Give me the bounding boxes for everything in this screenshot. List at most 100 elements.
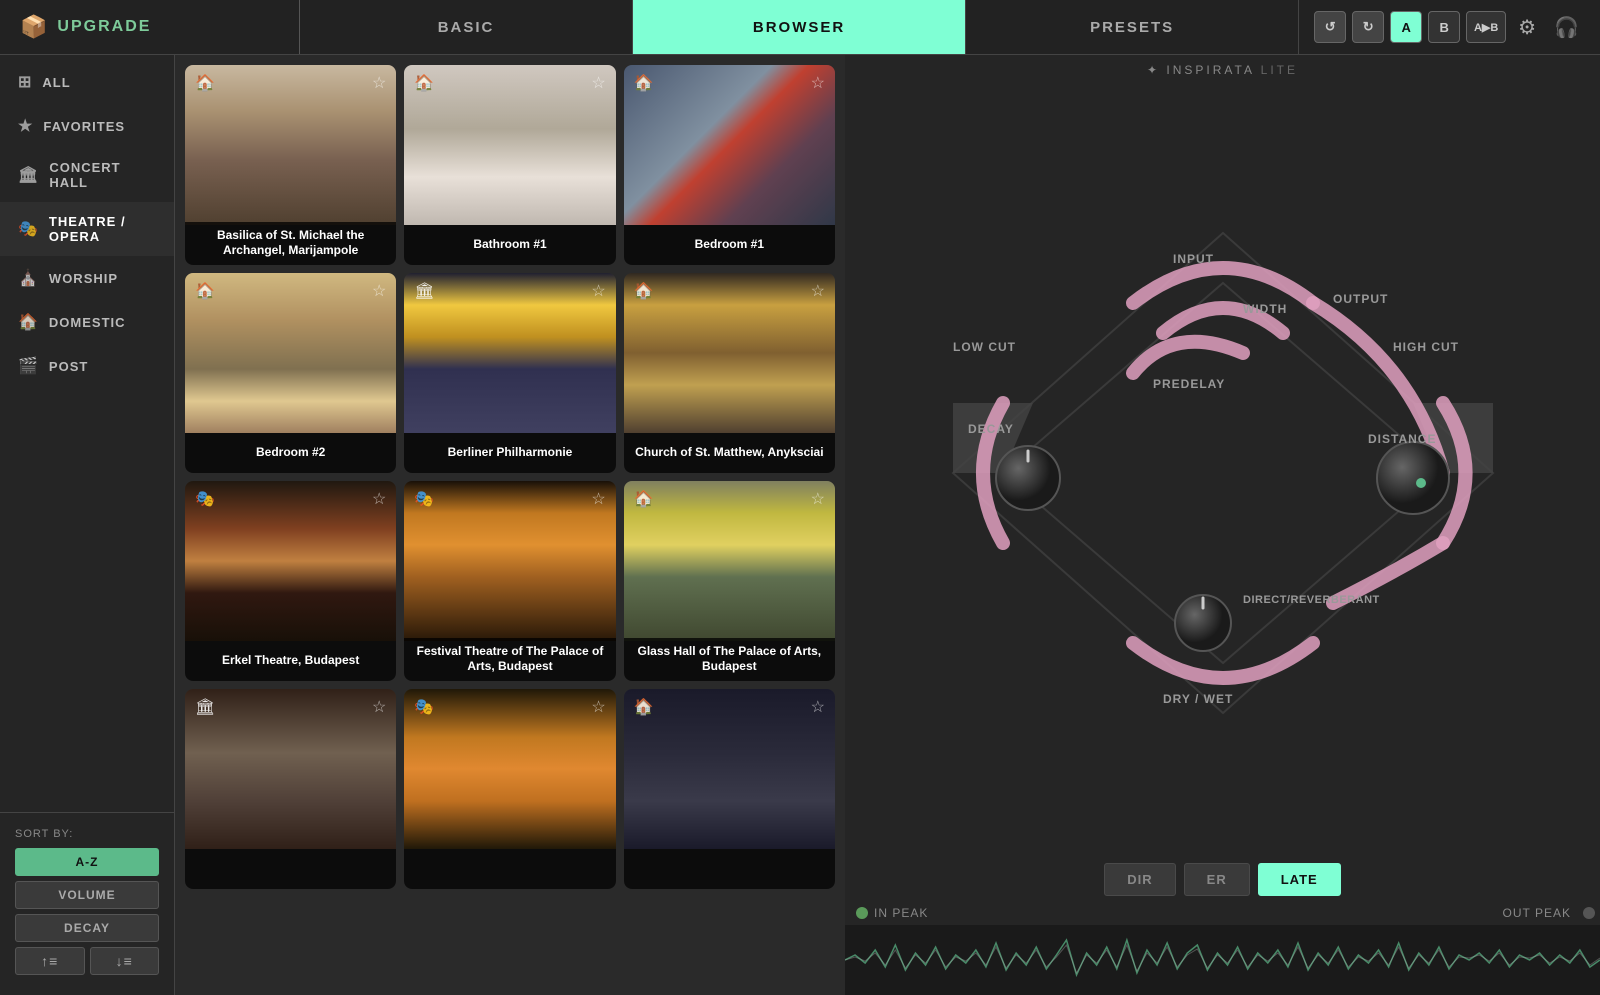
ab-button[interactable]: A▶B xyxy=(1466,11,1506,43)
settings-button[interactable]: ⚙ xyxy=(1512,15,1542,40)
berliner-star[interactable]: ☆ xyxy=(591,281,605,301)
bottom2-star[interactable]: ☆ xyxy=(591,697,605,717)
erkel-star[interactable]: ☆ xyxy=(372,489,386,509)
nav-controls: ↺ ↻ A B A▶B ⚙ 🎧 xyxy=(1299,0,1600,54)
left-sidebar: ⊞ ALL ★ FAVORITES 🏛 CONCERT HALL 🎭 THEAT… xyxy=(0,55,175,995)
sidebar-label-theatre: THEATRE / OPERA xyxy=(49,214,159,244)
bathroom-type-icon: 🏠 xyxy=(414,73,434,93)
glass-hall-star[interactable]: ☆ xyxy=(811,489,825,509)
worship-icon: ⛪ xyxy=(18,268,39,288)
peak-row: IN PEAK OUT PEAK xyxy=(845,906,1600,920)
festival-star[interactable]: ☆ xyxy=(591,489,605,509)
headphone-button[interactable]: 🎧 xyxy=(1548,15,1585,40)
grid-item-basilica[interactable]: 🏠 ☆ Basilica of St. Michael the Archange… xyxy=(185,65,396,265)
basilica-star[interactable]: ☆ xyxy=(372,73,386,93)
bathroom-star[interactable]: ☆ xyxy=(591,73,605,93)
bottom3-star[interactable]: ☆ xyxy=(811,697,825,717)
festival-type-icon: 🎭 xyxy=(414,489,434,509)
grid-item-erkel[interactable]: 🎭 ☆ Erkel Theatre, Budapest xyxy=(185,481,396,681)
bottom3-label xyxy=(624,849,835,889)
bottom1-star[interactable]: ☆ xyxy=(372,697,386,717)
church-st-label: Church of St. Matthew, Anyksciai xyxy=(624,433,835,473)
sidebar-label-domestic: DOMESTIC xyxy=(49,315,126,330)
svg-text:DECAY: DECAY xyxy=(968,422,1014,436)
bedroom2-star[interactable]: ☆ xyxy=(372,281,386,301)
grid-item-bottom3[interactable]: 🏠 ☆ xyxy=(624,689,835,889)
dir-button[interactable]: DIR xyxy=(1104,863,1175,896)
bottom1-label xyxy=(185,849,396,889)
sidebar-item-worship[interactable]: ⛪ WORSHIP xyxy=(0,256,174,300)
festival-label: Festival Theatre of The Palace of Arts, … xyxy=(404,638,615,681)
undo-button[interactable]: ↺ xyxy=(1314,11,1346,43)
sort-volume-button[interactable]: VOLUME xyxy=(15,881,159,909)
sort-decay-button[interactable]: DECAY xyxy=(15,914,159,942)
church-st-type-icon: 🏠 xyxy=(634,281,654,301)
berliner-label: Berliner Philharmonie xyxy=(404,433,615,473)
response-buttons: DIR ER LATE xyxy=(845,863,1600,896)
inspirata-title: ✦ INSPIRATA LITE xyxy=(845,55,1600,82)
grid-item-festival[interactable]: 🎭 ☆ Festival Theatre of The Palace of Ar… xyxy=(404,481,615,681)
svg-text:DISTANCE: DISTANCE xyxy=(1368,432,1436,446)
bottom2-type-icon: 🎭 xyxy=(414,697,434,717)
sidebar-label-concert-hall: CONCERT HALL xyxy=(49,160,159,190)
bedroom2-label: Bedroom #2 xyxy=(185,433,396,473)
sidebar-item-theatre-opera[interactable]: 🎭 THEATRE / OPERA xyxy=(0,202,174,256)
sidebar-item-favorites[interactable]: ★ FAVORITES xyxy=(0,104,174,148)
theatre-icon: 🎭 xyxy=(18,219,39,239)
sidebar-item-all[interactable]: ⊞ ALL xyxy=(0,60,174,104)
reverb-panel: ✦ INSPIRATA LITE xyxy=(845,55,1600,995)
concert-hall-icon: 🏛 xyxy=(18,165,39,185)
a-button[interactable]: A xyxy=(1390,11,1422,43)
bedroom2-type-icon: 🏠 xyxy=(195,281,215,301)
sort-az-button[interactable]: A-Z xyxy=(15,848,159,876)
svg-text:WIDTH: WIDTH xyxy=(1243,302,1287,316)
church-st-star[interactable]: ☆ xyxy=(811,281,825,301)
waveform-svg xyxy=(845,925,1600,995)
bathroom-label: Bathroom #1 xyxy=(404,225,615,265)
sidebar-label-favorites: FAVORITES xyxy=(43,119,125,134)
sidebar-label-post: POST xyxy=(49,359,88,374)
b-button[interactable]: B xyxy=(1428,11,1460,43)
bottom3-type-icon: 🏠 xyxy=(634,697,654,717)
er-button[interactable]: ER xyxy=(1184,863,1250,896)
grid-item-bedroom1[interactable]: 🏠 ☆ Bedroom #1 xyxy=(624,65,835,265)
in-peak-label: IN PEAK xyxy=(874,906,928,920)
svg-text:INPUT: INPUT xyxy=(1173,252,1214,266)
redo-button[interactable]: ↻ xyxy=(1352,11,1384,43)
browser-grid: 🏠 ☆ Basilica of St. Michael the Archange… xyxy=(175,55,845,995)
main-layout: ⊞ ALL ★ FAVORITES 🏛 CONCERT HALL 🎭 THEAT… xyxy=(0,55,1600,995)
grid-item-bathroom[interactable]: 🏠 ☆ Bathroom #1 xyxy=(404,65,615,265)
sort-asc-button[interactable]: ↑≡ xyxy=(15,947,85,975)
sort-section: SORT BY: A-Z VOLUME DECAY ↑≡ ↓≡ xyxy=(0,812,174,995)
sidebar-item-concert-hall[interactable]: 🏛 CONCERT HALL xyxy=(0,148,174,202)
nav-tabs: BASIC BROWSER PRESETS xyxy=(300,0,1299,54)
grid-item-bottom1[interactable]: 🏛 ☆ xyxy=(185,689,396,889)
bedroom1-label: Bedroom #1 xyxy=(624,225,835,265)
sort-label: SORT BY: xyxy=(15,828,159,840)
sort-desc-button[interactable]: ↓≡ xyxy=(90,947,160,975)
grid-item-bottom2[interactable]: 🎭 ☆ xyxy=(404,689,615,889)
svg-text:OUTPUT: OUTPUT xyxy=(1333,292,1388,306)
bedroom1-star[interactable]: ☆ xyxy=(811,73,825,93)
upgrade-icon: 📦 xyxy=(20,14,49,40)
sidebar-item-post[interactable]: 🎬 POST xyxy=(0,344,174,388)
svg-text:HIGH CUT: HIGH CUT xyxy=(1393,340,1459,354)
domestic-icon: 🏠 xyxy=(18,312,39,332)
sidebar-label-worship: WORSHIP xyxy=(49,271,118,286)
tab-browser[interactable]: BROWSER xyxy=(633,0,966,54)
sidebar-item-domestic[interactable]: 🏠 DOMESTIC xyxy=(0,300,174,344)
glass-hall-label: Glass Hall of The Palace of Arts, Budape… xyxy=(624,638,835,681)
glass-hall-type-icon: 🏠 xyxy=(634,489,654,509)
svg-text:DRY / WET: DRY / WET xyxy=(1163,692,1233,706)
grid-item-berliner[interactable]: 🏛 ☆ Berliner Philharmonie xyxy=(404,273,615,473)
grid-item-bedroom2[interactable]: 🏠 ☆ Bedroom #2 xyxy=(185,273,396,473)
reverb-svg: LOW CUT HIGH CUT INPUT OUTPUT WIDTH DECA… xyxy=(933,203,1513,743)
grid-item-church-st-matthew[interactable]: 🏠 ☆ Church of St. Matthew, Anyksciai xyxy=(624,273,835,473)
tab-basic[interactable]: BASIC xyxy=(300,0,633,54)
upgrade-section[interactable]: 📦 UPGRADE xyxy=(0,0,300,54)
all-icon: ⊞ xyxy=(18,72,32,92)
svg-text:PREDELAY: PREDELAY xyxy=(1153,377,1225,391)
tab-presets[interactable]: PRESETS xyxy=(966,0,1299,54)
grid-item-glass-hall[interactable]: 🏠 ☆ Glass Hall of The Palace of Arts, Bu… xyxy=(624,481,835,681)
late-button[interactable]: LATE xyxy=(1258,863,1341,896)
